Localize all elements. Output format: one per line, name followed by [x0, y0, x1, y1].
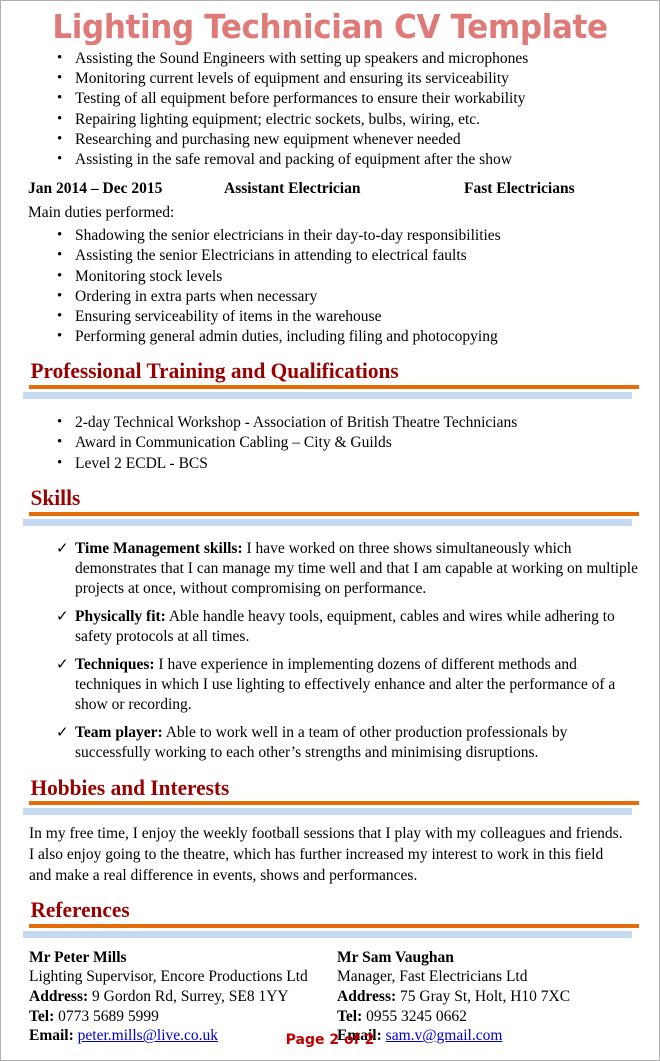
skills-list: Time Management skills: I have worked on…: [15, 539, 645, 764]
list-item: Level 2 ECDL - BCS: [15, 453, 645, 474]
skill-text: I have experience in implementing dozens…: [75, 655, 616, 714]
rule-orange: [29, 385, 639, 390]
experience-header-row: Jan 2014 – Dec 2015 Assistant Electricia…: [15, 180, 645, 198]
list-item: 2-day Technical Workshop - Association o…: [15, 412, 645, 433]
list-item: Techniques: I have experience in impleme…: [15, 655, 645, 716]
section-heading-training: Professional Training and Qualifications: [30, 358, 399, 384]
rule-blue: [23, 930, 632, 938]
tel-label: Tel:: [29, 1007, 55, 1025]
section-skills: Skills Time Management skills: I have wo…: [15, 486, 645, 764]
experience-dates: Jan 2014 – Dec 2015: [28, 180, 163, 198]
reference-address: 9 Gordon Rd, Surrey, SE8 1YY: [92, 988, 289, 1006]
rule-blue: [23, 808, 632, 816]
tel-label: Tel:: [337, 1007, 363, 1025]
reference-tel: 0773 5689 5999: [58, 1007, 159, 1025]
reference-name: Mr Sam Vaughan: [337, 948, 454, 966]
list-item: Assisting in the safe removal and packin…: [15, 149, 645, 170]
duties-label: Main duties performed:: [28, 204, 175, 222]
section-heading-skills: Skills: [30, 484, 81, 510]
skill-lead: Techniques:: [75, 655, 155, 673]
rule-orange: [29, 511, 639, 516]
section-heading-references: References: [30, 897, 130, 923]
list-item: Assisting the senior Electricians in att…: [15, 245, 645, 266]
rule-orange: [29, 801, 639, 806]
rule-blue: [23, 518, 632, 526]
reference-tel-row: Tel: 0773 5689 5999: [29, 1007, 337, 1027]
list-item: Team player: Able to work well in a team…: [15, 723, 645, 764]
skill-lead: Physically fit:: [75, 607, 166, 625]
section-training: Professional Training and Qualifications…: [15, 359, 645, 473]
section-hobbies: Hobbies and Interests In my free time, I…: [15, 774, 645, 887]
list-item: Monitoring stock levels: [15, 266, 645, 287]
experience-company: Fast Electricians: [464, 180, 575, 198]
reference-tel: 0955 3245 0662: [366, 1007, 467, 1025]
cv-page: Lighting Technician CV Template Assistin…: [0, 0, 660, 1061]
list-item: Time Management skills: I have worked on…: [15, 539, 645, 600]
reference-tel-row: Tel: 0955 3245 0662: [337, 1007, 645, 1027]
list-item: Repairing lighting equipment; electric s…: [15, 109, 645, 130]
skill-lead: Time Management skills:: [75, 539, 243, 557]
reference-address-row: Address: 9 Gordon Rd, Surrey, SE8 1YY: [29, 987, 337, 1007]
skill-lead: Team player:: [75, 723, 163, 741]
cv-body: Lighting Technician CV Template Assistin…: [1, 10, 659, 1046]
training-list: 2-day Technical Workshop - Association o…: [15, 412, 645, 474]
page-title: Lighting Technician CV Template: [52, 7, 608, 46]
address-label: Address:: [337, 988, 397, 1006]
reference-address: 75 Gray St, Holt, H10 7XC: [400, 988, 571, 1006]
rule-blue: [23, 392, 632, 400]
list-item: Shadowing the senior electricians in the…: [15, 225, 645, 246]
reference-role: Lighting Supervisor, Encore Productions …: [29, 968, 308, 986]
list-item: Physically fit: Able handle heavy tools,…: [15, 607, 645, 648]
page-footer: Page 2 of 2: [285, 1032, 375, 1048]
hobbies-paragraph: In my free time, I enjoy the weekly foot…: [29, 825, 623, 884]
list-item: Researching and purchasing new equipment…: [15, 129, 645, 150]
reference-role: Manager, Fast Electricians Ltd: [337, 968, 528, 986]
reference-address-row: Address: 75 Gray St, Holt, H10 7XC: [337, 987, 645, 1007]
list-item: Monitoring current levels of equipment a…: [15, 68, 645, 89]
section-heading-hobbies: Hobbies and Interests: [30, 774, 230, 800]
list-item: Assisting the Sound Engineers with setti…: [15, 48, 645, 69]
rule-orange: [29, 923, 639, 928]
section-references: References Mr Peter Mills Lighting Super…: [15, 898, 645, 1046]
experience-job-title: Assistant Electrician: [224, 180, 361, 198]
top-duties-list: Assisting the Sound Engineers with setti…: [15, 48, 645, 170]
list-item: Ordering in extra parts when necessary: [15, 286, 645, 307]
reference-name: Mr Peter Mills: [29, 948, 127, 966]
list-item: Award in Communication Cabling – City & …: [15, 432, 645, 453]
experience-duties-list: Shadowing the senior electricians in the…: [15, 225, 645, 347]
list-item: Ensuring serviceability of items in the …: [15, 306, 645, 327]
address-label: Address:: [29, 988, 89, 1006]
list-item: Performing general admin duties, includi…: [15, 326, 645, 347]
list-item: Testing of all equipment before performa…: [15, 88, 645, 109]
